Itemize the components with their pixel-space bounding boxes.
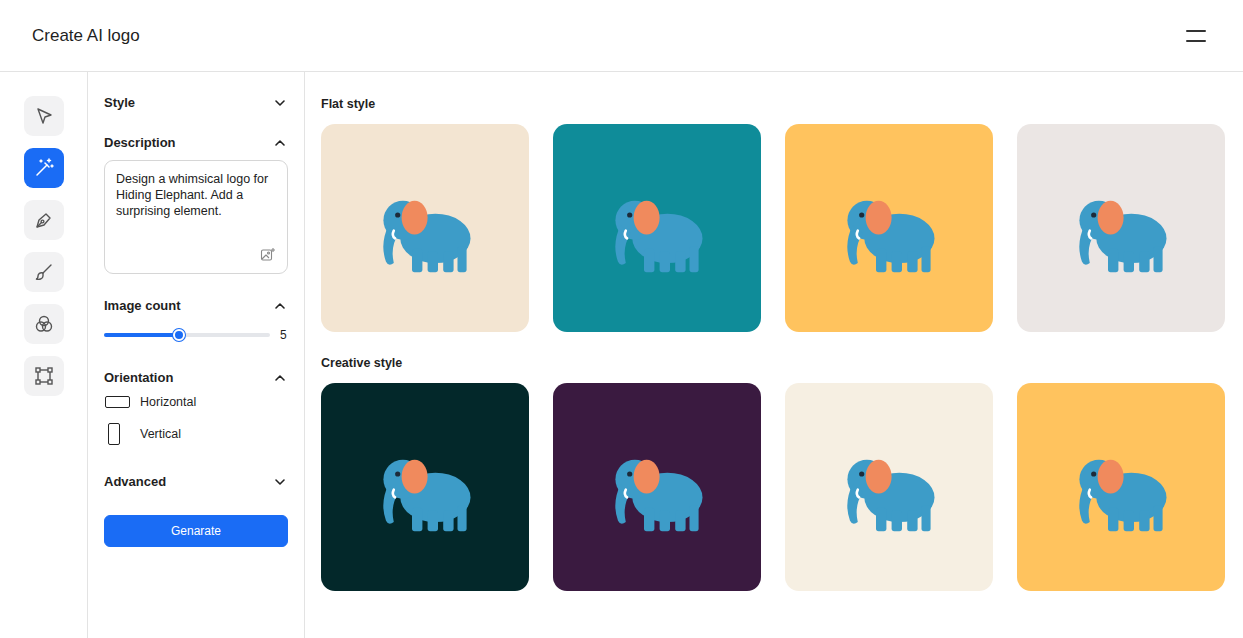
add-image-icon[interactable] xyxy=(260,247,276,263)
slider-track[interactable] xyxy=(104,333,270,337)
vertical-rect-icon xyxy=(104,423,130,445)
group-title: Creative style xyxy=(321,354,1227,372)
elephant-icon xyxy=(1056,163,1186,293)
app-header: Create AI logo xyxy=(0,0,1243,72)
generate-icon xyxy=(33,157,55,179)
pen-icon xyxy=(34,210,54,230)
chevron-up-icon[interactable] xyxy=(272,135,288,151)
workspace: Style Description Design a whimsical logo … xyxy=(0,72,1243,638)
logo-image[interactable] xyxy=(1017,124,1225,332)
logo-image[interactable] xyxy=(553,124,761,332)
logo-image[interactable] xyxy=(1017,383,1225,591)
tool-button[interactable] xyxy=(24,356,64,396)
slider-fill xyxy=(104,333,179,337)
orientation-header[interactable]: Orientation xyxy=(104,368,288,388)
elephant-icon xyxy=(360,422,490,552)
image-grid xyxy=(321,383,1227,591)
logo-image[interactable] xyxy=(321,383,529,591)
elephant-icon xyxy=(1056,422,1186,552)
orientation-label: Vertical xyxy=(140,425,181,444)
elephant-icon xyxy=(824,422,954,552)
orientation-label: Orientation xyxy=(104,368,173,388)
generate-button[interactable]: Genarate xyxy=(104,515,288,547)
orientation-option[interactable]: Vertical xyxy=(104,422,288,446)
orientation-label: Horizontal xyxy=(140,393,196,412)
image-count-label: Image count xyxy=(104,296,181,316)
horizontal-rect-icon xyxy=(104,396,130,408)
description-text: Design a whimsical logo for Hiding Eleph… xyxy=(116,171,276,219)
shapes-icon xyxy=(34,314,54,334)
tool-button[interactable] xyxy=(24,148,64,188)
frame-icon xyxy=(34,366,54,386)
logo-image[interactable] xyxy=(785,383,993,591)
elephant-icon xyxy=(592,163,722,293)
orientation-option[interactable]: Horizontal xyxy=(104,390,288,414)
elephant-icon xyxy=(592,422,722,552)
image-count-value: 5 xyxy=(280,326,288,344)
chevron-down-icon[interactable] xyxy=(272,95,288,111)
elephant-icon xyxy=(824,163,954,293)
style-label: Style xyxy=(104,93,135,113)
logo-image[interactable] xyxy=(321,124,529,332)
brush-icon xyxy=(34,262,54,282)
tool-button[interactable] xyxy=(24,200,64,240)
group-title: Flat style xyxy=(321,95,1227,113)
chevron-down-icon[interactable] xyxy=(272,474,288,490)
menu-icon[interactable] xyxy=(1186,30,1206,42)
elephant-icon xyxy=(360,163,490,293)
tool-button[interactable] xyxy=(24,252,64,292)
image-count-slider: 5 xyxy=(104,325,288,345)
logo-image[interactable] xyxy=(785,124,993,332)
image-count-header[interactable]: Image count xyxy=(104,296,288,316)
style-header[interactable]: Style xyxy=(104,93,288,113)
app-title: Create AI logo xyxy=(32,23,140,49)
slider-thumb[interactable] xyxy=(173,329,185,341)
description-label: Description xyxy=(104,133,176,153)
select-icon xyxy=(34,106,54,126)
advanced-header[interactable]: Advanced xyxy=(104,472,288,492)
description-field[interactable]: Design a whimsical logo for Hiding Eleph… xyxy=(104,160,288,274)
settings-panel: Style Description Design a whimsical logo … xyxy=(88,72,305,638)
tool-rail xyxy=(0,72,88,638)
advanced-label: Advanced xyxy=(104,472,166,492)
logo-image[interactable] xyxy=(553,383,761,591)
tool-button[interactable] xyxy=(24,304,64,344)
tool-button[interactable] xyxy=(24,96,64,136)
chevron-up-icon[interactable] xyxy=(272,370,288,386)
gallery: Flat style Creative style xyxy=(305,72,1243,638)
chevron-up-icon[interactable] xyxy=(272,298,288,314)
image-grid xyxy=(321,124,1227,332)
description-header[interactable]: Description xyxy=(104,133,288,153)
